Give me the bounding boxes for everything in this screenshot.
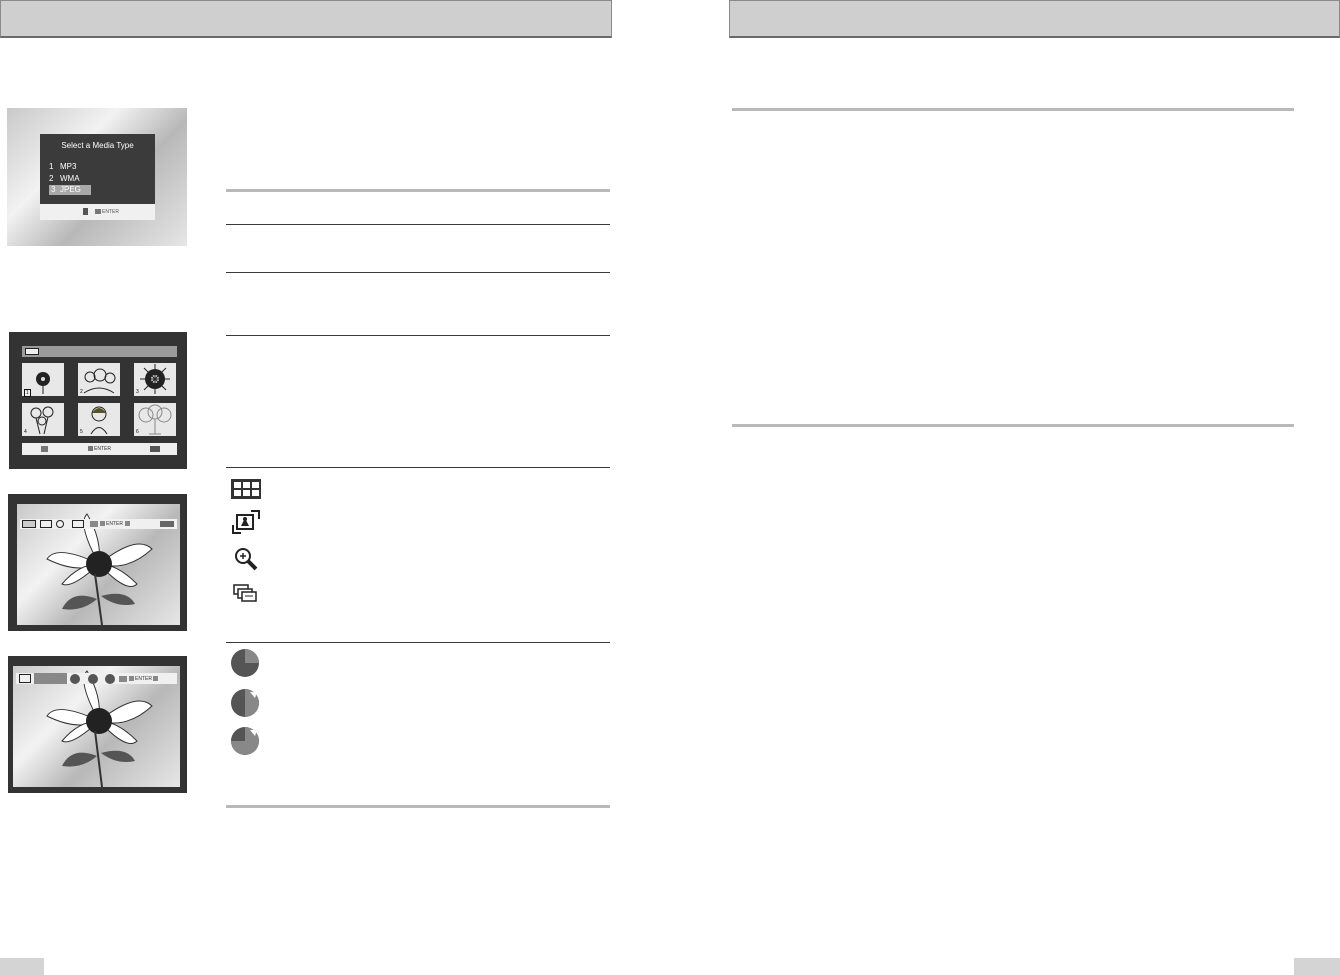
section-rule xyxy=(226,467,610,468)
thumbnail-footer: ENTER xyxy=(22,443,177,455)
right-page-header-bar xyxy=(729,0,1340,38)
thumbnail-number: 2 xyxy=(80,389,83,395)
slide-show-icon xyxy=(233,584,257,602)
thumbnail-number: 1 xyxy=(24,389,31,397)
interval-pie-half-icon xyxy=(231,689,259,717)
interval-bar xyxy=(34,673,67,684)
section-rule xyxy=(732,424,1294,427)
section-rule xyxy=(226,272,610,273)
section-rule xyxy=(226,224,610,225)
sun-icon xyxy=(140,364,170,394)
media-type-screen: Select a Media Type 1 MP3 2 WMA 3 JPEG ENTE… xyxy=(7,108,187,246)
thumbnail-image[interactable] xyxy=(78,363,120,396)
interval-pie-half-icon[interactable] xyxy=(88,674,98,684)
skip-icon xyxy=(160,521,174,527)
media-item-number: 3 xyxy=(51,185,56,194)
girl-icon xyxy=(90,406,108,435)
enter-label: ENTER xyxy=(135,676,152,682)
enter-key-icon xyxy=(129,676,134,681)
media-item-wma[interactable]: 2 WMA xyxy=(49,174,91,184)
enter-key-icon xyxy=(88,446,93,451)
slideshow-toolbar: ENTER xyxy=(16,673,177,684)
zoom-icon[interactable] xyxy=(56,520,64,528)
photo-view-screen: ENTER xyxy=(8,494,187,631)
daisies-icon xyxy=(30,406,54,435)
thumbnail-number: 3 xyxy=(136,389,139,395)
media-item-label: JPEG xyxy=(60,185,81,194)
photo-area: ENTER xyxy=(13,666,180,787)
slide-show-icon xyxy=(19,674,31,683)
photo-area: ENTER xyxy=(17,504,180,625)
enter-key-icon xyxy=(100,521,105,526)
photo-view-toolbar: ENTER xyxy=(20,519,177,529)
direction-icon xyxy=(90,521,98,527)
section-rule xyxy=(226,805,610,808)
thumbnail-number: 6 xyxy=(136,429,139,435)
return-icon xyxy=(125,521,130,526)
enter-label: ENTER xyxy=(102,209,119,215)
zoom-icon xyxy=(235,548,258,571)
media-item-number: 1 xyxy=(49,162,54,171)
thumbnail-image[interactable] xyxy=(22,403,64,436)
thumbnail-grid-icon xyxy=(231,479,261,499)
media-item-mp3[interactable]: 1 MP3 xyxy=(49,162,91,172)
thumbnail-top-bar xyxy=(22,346,177,357)
interval-pie-three-quarter-icon[interactable] xyxy=(105,674,115,684)
interval-pie-quarter-icon[interactable] xyxy=(70,674,80,684)
thumbnail-grid-icon xyxy=(25,348,39,355)
slide-show-icon[interactable] xyxy=(72,520,84,528)
media-item-number: 2 xyxy=(49,174,54,183)
up-down-icon xyxy=(83,208,88,215)
section-rule xyxy=(226,642,610,643)
thumbnail-image[interactable] xyxy=(78,403,120,436)
return-icon xyxy=(153,676,158,681)
section-rule xyxy=(732,108,1294,111)
thumbnail-grid-icon[interactable] xyxy=(22,520,36,528)
media-type-menu-footer: ENTER xyxy=(40,204,155,220)
tree-icon xyxy=(138,404,172,435)
interval-pie-quarter-icon xyxy=(231,649,259,677)
media-item-jpeg[interactable]: 3 JPEG xyxy=(49,185,91,195)
family-icon xyxy=(83,368,116,394)
media-type-menu-title: Select a Media Type xyxy=(61,141,134,150)
enter-label: ENTER xyxy=(94,446,111,452)
left-page-number-tab xyxy=(0,958,44,975)
thumbnail-image[interactable] xyxy=(134,403,176,436)
thumbnail-screen: 1 2 3 4 5 6 ENTER xyxy=(9,332,187,469)
section-rule xyxy=(226,335,610,336)
direction-icon xyxy=(41,446,48,452)
thumbnail-number: 4 xyxy=(24,429,27,435)
skip-icon xyxy=(150,446,160,452)
slideshow-screen: ENTER xyxy=(8,656,187,793)
interval-pie-three-quarter-icon xyxy=(231,727,259,755)
right-page-number-tab xyxy=(1294,958,1340,975)
thumbnail-image[interactable] xyxy=(134,363,176,396)
direction-icon xyxy=(119,676,127,682)
media-item-label: WMA xyxy=(60,174,80,183)
enter-key-icon xyxy=(95,209,101,214)
section-rule xyxy=(226,189,610,192)
thumbnail-number: 5 xyxy=(80,429,83,435)
enter-label: ENTER xyxy=(106,521,123,527)
media-item-label: MP3 xyxy=(60,162,77,171)
rotate-image-icon xyxy=(232,510,260,534)
left-page-header-bar xyxy=(0,0,612,38)
rotate-image-icon[interactable] xyxy=(40,520,52,528)
lily-flower-image xyxy=(46,670,153,787)
